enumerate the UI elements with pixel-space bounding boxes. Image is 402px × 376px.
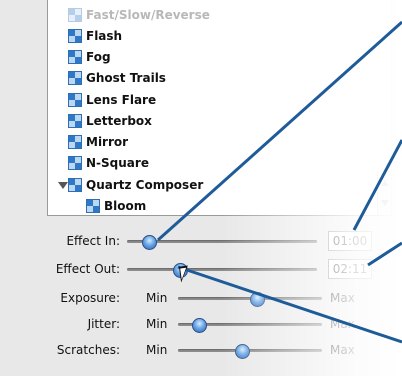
list-item[interactable]: Ghost Trails — [48, 67, 368, 89]
effect-tile-icon — [68, 29, 82, 43]
scratches-label: Scratches: — [56, 343, 120, 357]
jitter-min-label: Min — [146, 317, 168, 331]
effect-tile-icon — [68, 178, 82, 192]
effect-out-time-field[interactable]: 02:11 — [328, 259, 372, 279]
effect-in-label: Effect In: — [66, 234, 120, 248]
disclosure-triangle-icon[interactable] — [58, 182, 68, 189]
scroll-up-arrow-icon[interactable] — [381, 180, 389, 186]
effect-tile-icon — [68, 71, 82, 85]
scratches-max-label: Max — [330, 343, 355, 357]
exposure-max-label: Max — [330, 291, 355, 305]
list-item[interactable]: Fog — [48, 46, 368, 68]
jitter-label: Jitter: — [87, 317, 120, 331]
list-item[interactable]: Bloom — [48, 195, 368, 215]
scroll-down-arrow-icon[interactable] — [381, 200, 389, 206]
list-item-group[interactable]: Quartz Composer — [48, 174, 368, 196]
list-scrollbar[interactable] — [377, 170, 391, 215]
list-item[interactable]: Fast/Slow/Reverse — [48, 4, 368, 26]
effects-list[interactable]: Fast/Slow/Reverse Flash Fog Ghost Trails… — [47, 0, 392, 216]
exposure-label: Exposure: — [60, 291, 120, 305]
list-item[interactable]: Letterbox — [48, 110, 368, 132]
effect-tile-icon — [86, 199, 100, 213]
effect-tile-icon — [68, 8, 82, 22]
jitter-max-label: Max — [330, 317, 355, 331]
exposure-slider-knob[interactable] — [249, 292, 265, 307]
exposure-min-label: Min — [146, 291, 168, 305]
effect-in-time-field[interactable]: 01:00 — [328, 231, 372, 251]
jitter-slider-knob[interactable] — [192, 318, 208, 333]
effect-out-label: Effect Out: — [55, 262, 120, 276]
list-item[interactable]: Mirror — [48, 131, 368, 153]
effect-tile-icon — [68, 93, 82, 107]
effect-tile-icon — [68, 156, 82, 170]
effect-tile-icon — [68, 114, 82, 128]
effect-out-track[interactable] — [127, 268, 317, 271]
scratches-min-label: Min — [146, 343, 168, 357]
list-item[interactable]: N-Square — [48, 152, 368, 174]
list-item[interactable]: Flash — [48, 25, 368, 47]
effect-tile-icon — [68, 135, 82, 149]
list-item[interactable]: Lens Flare — [48, 89, 368, 111]
effect-tile-icon — [68, 50, 82, 64]
